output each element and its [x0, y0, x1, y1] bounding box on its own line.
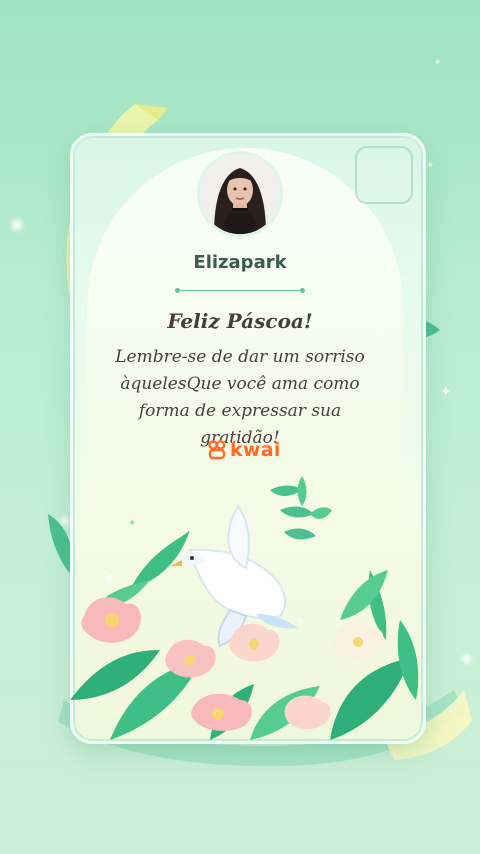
kwai-logo-icon — [208, 440, 226, 460]
sparkle-icon: ✦ — [440, 384, 452, 400]
username[interactable]: Elizapark — [0, 252, 480, 273]
dove-icon — [170, 504, 298, 648]
flower-icon — [284, 695, 331, 730]
divider-line — [175, 288, 305, 293]
brand-name: kwai — [230, 439, 281, 461]
sparkle-icon: ✦ — [104, 570, 116, 586]
easter-illustration: ✦ ✦ ✦ — [70, 476, 419, 740]
flower-icon — [229, 623, 280, 662]
card-corner-ornament — [355, 146, 413, 204]
flower-icon — [333, 621, 384, 660]
flower-icon — [81, 597, 141, 643]
flower-icon — [165, 639, 216, 678]
kwai-brand: kwai — [208, 439, 281, 461]
light-dot — [8, 216, 26, 234]
sparkle-icon: ✦ — [296, 615, 306, 629]
greeting-title: Feliz Páscoa! — [167, 309, 313, 333]
avatar-image — [200, 154, 280, 234]
sparkle-icon: ✦ — [426, 160, 435, 171]
sparkle-icon: ✦ — [434, 58, 442, 68]
sparkle-icon: ✦ — [128, 518, 136, 529]
greeting-message: Lembre-se de dar um sorriso àquelesQue v… — [115, 347, 365, 448]
avatar[interactable] — [200, 154, 280, 234]
